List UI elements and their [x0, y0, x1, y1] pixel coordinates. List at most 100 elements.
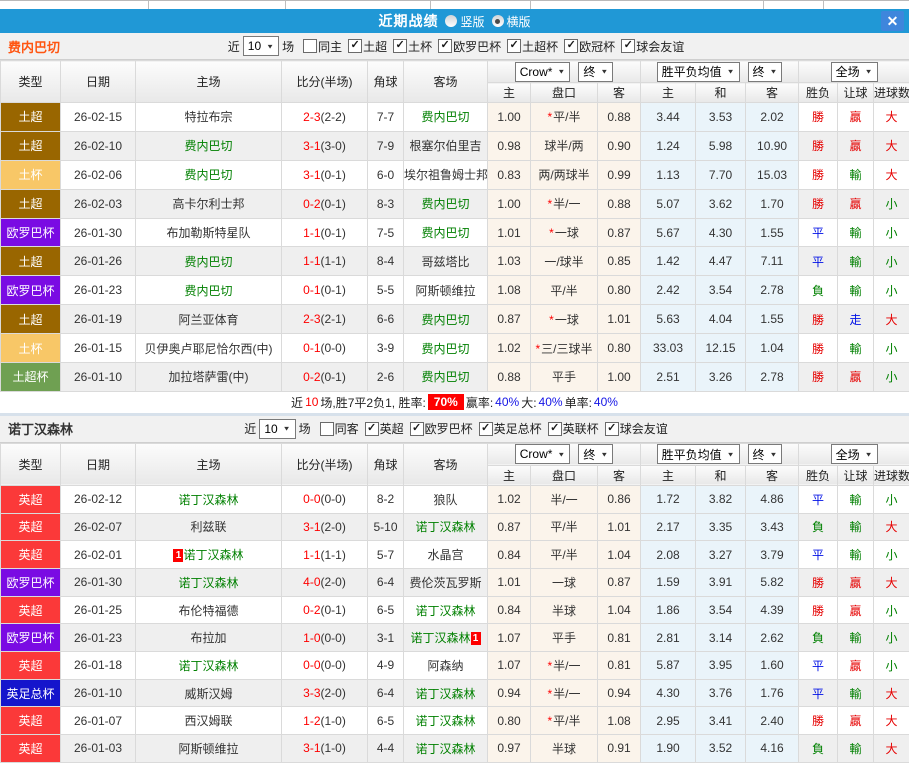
checkbox-icon[interactable]: ✓ — [507, 39, 521, 53]
odds-time-select[interactable]: 终▼ — [578, 62, 613, 82]
checkbox-icon[interactable] — [303, 39, 317, 53]
league-badge: 英超 — [1, 652, 61, 680]
view-mode-radio[interactable]: 竖版 — [445, 13, 484, 30]
odds-time-value: 终 — [583, 63, 595, 80]
team-name-text: 贝伊奥卢耶尼恰尔西(中) — [145, 342, 273, 356]
odds-away: 1.04 — [598, 596, 641, 624]
col-home: 主场 — [136, 443, 282, 485]
chevron-down-icon: ▼ — [600, 68, 608, 75]
halftime-score: (0-1) — [321, 370, 346, 384]
checkbox-icon[interactable] — [320, 422, 334, 436]
result-badge: 勝 — [799, 363, 838, 392]
league-filter-checkbox[interactable]: ✓土超杯 — [507, 38, 558, 55]
goals-result: 小 — [874, 624, 909, 652]
sub-draw: 和 — [696, 465, 746, 485]
checkbox-icon[interactable]: ✓ — [621, 39, 635, 53]
avg-win-odds: 1.13 — [641, 160, 696, 189]
recent-count-select[interactable]: 10▼ — [243, 36, 279, 56]
league-filter-checkbox[interactable]: ✓球会友谊 — [621, 38, 684, 55]
fulltime-score: 1-2 — [303, 714, 320, 728]
venue-filter-checkbox[interactable]: 同客 — [320, 420, 359, 437]
halftime-score: (0-1) — [321, 168, 346, 182]
match-row: 欧罗巴杯26-01-30诺丁汉森林4-0(2-0)6-4费伦茨瓦罗斯1.01一球… — [1, 568, 909, 596]
league-filter-checkbox[interactable]: ✓欧冠杯 — [564, 38, 615, 55]
avg-draw-odds: 4.47 — [696, 247, 746, 276]
divider — [430, 1, 431, 9]
team-name-text: 费伦茨瓦罗斯 — [409, 576, 481, 590]
close-button[interactable]: ✕ — [881, 11, 904, 31]
match-row: 土超26-02-10费内巴切3-1(3-0)7-9根塞尔伯里吉0.98球半/两0… — [1, 131, 909, 160]
radio-label: 横版 — [507, 13, 531, 30]
halftime-score: (2-0) — [321, 686, 346, 700]
col-corner: 角球 — [368, 61, 404, 103]
league-filter-checkbox[interactable]: ✓欧罗巴杯 — [438, 38, 501, 55]
avg-draw-odds: 3.14 — [696, 624, 746, 652]
league-badge: 英超 — [1, 735, 61, 763]
league-badge: 土超 — [1, 189, 61, 218]
checkbox-icon[interactable]: ✓ — [564, 39, 578, 53]
avg-lose-odds: 1.70 — [746, 189, 799, 218]
team-name-text: 费内巴切 — [421, 370, 469, 384]
league-filter-checkbox[interactable]: ✓英联杯 — [548, 420, 599, 437]
checkbox-label: 英联杯 — [563, 420, 599, 437]
divider — [530, 1, 531, 9]
handicap-star: * — [547, 714, 552, 728]
league-filter-checkbox[interactable]: ✓球会友谊 — [605, 420, 668, 437]
team-name-text: 诺丁汉森林 — [415, 742, 475, 756]
odds-away: 0.88 — [598, 103, 641, 132]
checkbox-icon[interactable]: ✓ — [479, 422, 493, 436]
match-score: 2-3(2-1) — [282, 305, 368, 334]
league-badge: 欧罗巴杯 — [1, 276, 61, 305]
avg-win-odds: 2.51 — [641, 363, 696, 392]
team-name-text: 阿斯顿维拉 — [178, 742, 238, 756]
checkbox-icon[interactable]: ✓ — [548, 422, 562, 436]
handicap: 平手 — [531, 624, 598, 652]
venue-filter-checkbox[interactable]: 同主 — [303, 38, 342, 55]
league-filter-checkbox[interactable]: ✓土杯 — [393, 38, 432, 55]
radio-icon[interactable] — [445, 15, 457, 27]
match-date: 26-01-18 — [61, 652, 136, 680]
scope-select[interactable]: 全场▼ — [831, 62, 878, 82]
fulltime-score: 4-0 — [303, 575, 320, 589]
col-type: 类型 — [1, 61, 61, 103]
halftime-score: (2-0) — [321, 575, 346, 589]
odds-source-select[interactable]: Crow*▼ — [515, 62, 571, 82]
odds-time-select[interactable]: 终▼ — [578, 444, 613, 464]
checkbox-icon[interactable]: ✓ — [365, 422, 379, 436]
corners: 6-5 — [368, 707, 404, 735]
avg-time-value: 终 — [753, 446, 765, 463]
goals-result: 小 — [874, 363, 909, 392]
checkbox-icon[interactable]: ✓ — [348, 39, 362, 53]
view-mode-radio[interactable]: 横版 — [492, 13, 531, 30]
league-filter-checkbox[interactable]: ✓土超 — [348, 38, 387, 55]
avg-select[interactable]: 胜平负均值▼ — [657, 444, 740, 464]
avg-time-select[interactable]: 终▼ — [748, 444, 783, 464]
avg-select[interactable]: 胜平负均值▼ — [657, 62, 740, 82]
odds-away: 0.90 — [598, 131, 641, 160]
avg-win-odds: 1.24 — [641, 131, 696, 160]
checkbox-icon[interactable]: ✓ — [605, 422, 619, 436]
handicap-result: 輸 — [838, 334, 874, 363]
odds-source-select[interactable]: Crow*▼ — [515, 444, 571, 464]
team-name-text: 狼队 — [433, 493, 457, 507]
match-rows: 土超26-02-15特拉布宗2-3(2-2)7-7费内巴切1.00*平/半0.8… — [1, 103, 909, 392]
halftime-score: (2-2) — [321, 110, 346, 124]
checkbox-icon[interactable]: ✓ — [410, 422, 424, 436]
fulltime-score: 0-2 — [303, 370, 320, 384]
fulltime-score: 0-2 — [303, 197, 320, 211]
team-name-text: 诺丁汉森林 — [178, 576, 238, 590]
league-filter-checkbox[interactable]: ✓英足总杯 — [479, 420, 542, 437]
odds-time-value: 终 — [583, 446, 595, 463]
match-date: 26-01-23 — [61, 276, 136, 305]
halftime-score: (1-0) — [321, 714, 346, 728]
league-filter-checkbox[interactable]: ✓英超 — [365, 420, 404, 437]
handicap: *半/一 — [531, 652, 598, 680]
league-filter-checkbox[interactable]: ✓欧罗巴杯 — [410, 420, 473, 437]
avg-time-select[interactable]: 终▼ — [748, 62, 783, 82]
radio-icon[interactable] — [492, 15, 504, 27]
recent-count-select[interactable]: 10▼ — [259, 419, 295, 439]
checkbox-icon[interactable]: ✓ — [438, 39, 452, 53]
avg-draw-odds: 3.82 — [696, 485, 746, 513]
checkbox-icon[interactable]: ✓ — [393, 39, 407, 53]
scope-select[interactable]: 全场▼ — [831, 444, 878, 464]
